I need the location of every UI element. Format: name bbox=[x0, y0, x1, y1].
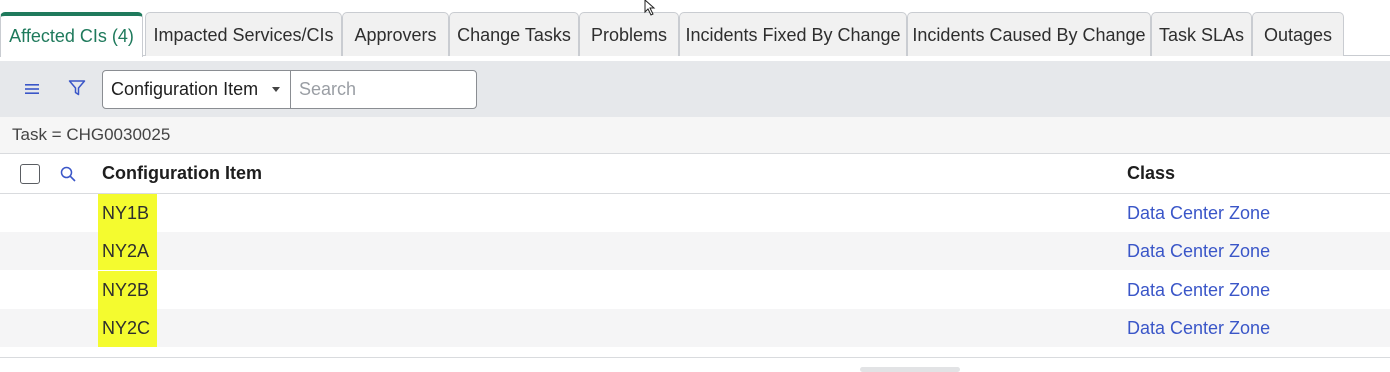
class-link[interactable]: Data Center Zone bbox=[1127, 194, 1270, 232]
class-link[interactable]: Data Center Zone bbox=[1127, 309, 1270, 347]
tab-impacted-services[interactable]: Impacted Services/CIs bbox=[145, 12, 342, 56]
table-row: NY1B Data Center Zone bbox=[0, 194, 1390, 232]
select-all-checkbox[interactable] bbox=[20, 164, 40, 184]
filter-condition[interactable]: Task = CHG0030025 bbox=[12, 125, 170, 145]
related-lists-tabbar: Affected CIs (4) Impacted Services/CIs A… bbox=[0, 0, 1390, 57]
tab-incidents-caused[interactable]: Incidents Caused By Change bbox=[907, 12, 1151, 56]
hamburger-icon[interactable] bbox=[18, 75, 46, 103]
ci-cell[interactable]: NY1B bbox=[98, 194, 157, 232]
tab-incidents-fixed[interactable]: Incidents Fixed By Change bbox=[679, 12, 907, 56]
column-header-class[interactable]: Class bbox=[1127, 163, 1175, 184]
tab-affected-cis[interactable]: Affected CIs (4) bbox=[0, 12, 143, 57]
search-field-select[interactable]: Configuration Item bbox=[102, 70, 291, 109]
column-header-configuration-item[interactable]: Configuration Item bbox=[102, 163, 262, 184]
class-link[interactable]: Data Center Zone bbox=[1127, 271, 1270, 309]
funnel-icon[interactable] bbox=[63, 74, 91, 102]
ci-cell[interactable]: NY2A bbox=[98, 232, 157, 270]
tab-task-slas[interactable]: Task SLAs bbox=[1151, 12, 1252, 56]
magnifier-icon[interactable] bbox=[54, 160, 82, 188]
tab-change-tasks[interactable]: Change Tasks bbox=[449, 12, 579, 56]
search-field-select-value: Configuration Item bbox=[111, 79, 259, 99]
filter-breadcrumb: Task = CHG0030025 bbox=[0, 117, 1390, 154]
list-toolbar: Configuration Item bbox=[0, 61, 1390, 117]
ci-cell[interactable]: NY2C bbox=[98, 309, 157, 347]
table-row: NY2C Data Center Zone bbox=[0, 309, 1390, 347]
tab-approvers[interactable]: Approvers bbox=[342, 12, 449, 56]
table-bottom-divider bbox=[0, 357, 1390, 358]
search-input[interactable] bbox=[290, 70, 477, 109]
table-row: NY2A Data Center Zone bbox=[0, 232, 1390, 270]
ci-cell[interactable]: NY2B bbox=[98, 271, 157, 309]
chevron-down-icon bbox=[272, 87, 280, 92]
table-header: Configuration Item Class bbox=[0, 154, 1390, 194]
mouse-cursor-icon bbox=[644, 0, 656, 16]
tab-problems[interactable]: Problems bbox=[579, 12, 679, 56]
horizontal-scrollbar[interactable] bbox=[860, 367, 960, 372]
class-link[interactable]: Data Center Zone bbox=[1127, 232, 1270, 270]
tab-outages[interactable]: Outages bbox=[1252, 12, 1344, 56]
table-row: NY2B Data Center Zone bbox=[0, 271, 1390, 309]
